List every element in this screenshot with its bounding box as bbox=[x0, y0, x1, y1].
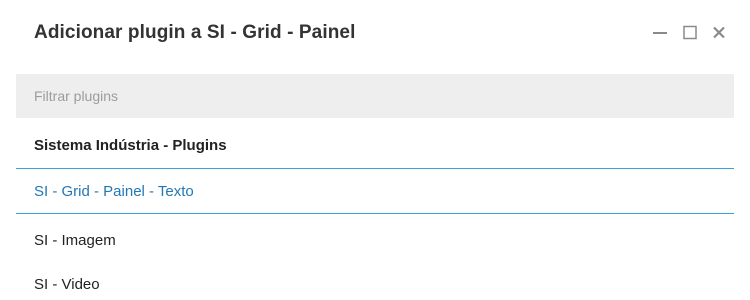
maximize-button[interactable] bbox=[680, 22, 702, 44]
plugin-group-label: Sistema Indústria - Plugins bbox=[34, 137, 227, 154]
minimize-icon bbox=[653, 32, 667, 34]
dialog-title: Adicionar plugin a SI - Grid - Painel bbox=[34, 22, 356, 43]
plugin-item-si-grid-painel-texto[interactable]: SI - Grid - Painel - Texto bbox=[16, 170, 734, 214]
close-icon bbox=[713, 26, 725, 39]
plugin-item-label: SI - Imagem bbox=[34, 232, 116, 249]
plugin-item-label: SI - Grid - Painel - Texto bbox=[34, 183, 194, 200]
minimize-button[interactable] bbox=[650, 22, 672, 44]
filter-plugins-input[interactable] bbox=[16, 74, 734, 118]
plugin-item-si-video[interactable]: SI - Video bbox=[16, 263, 734, 300]
plugin-item-label: SI - Video bbox=[34, 276, 100, 293]
add-plugin-dialog: Adicionar plugin a SI - Grid - Painel Si… bbox=[0, 0, 750, 300]
maximize-icon bbox=[683, 25, 697, 40]
plugin-item-si-imagem[interactable]: SI - Imagem bbox=[16, 219, 734, 263]
plugin-group-header: Sistema Indústria - Plugins bbox=[16, 124, 734, 169]
dialog-titlebar: Adicionar plugin a SI - Grid - Painel bbox=[0, 0, 750, 66]
close-button[interactable] bbox=[709, 22, 731, 44]
